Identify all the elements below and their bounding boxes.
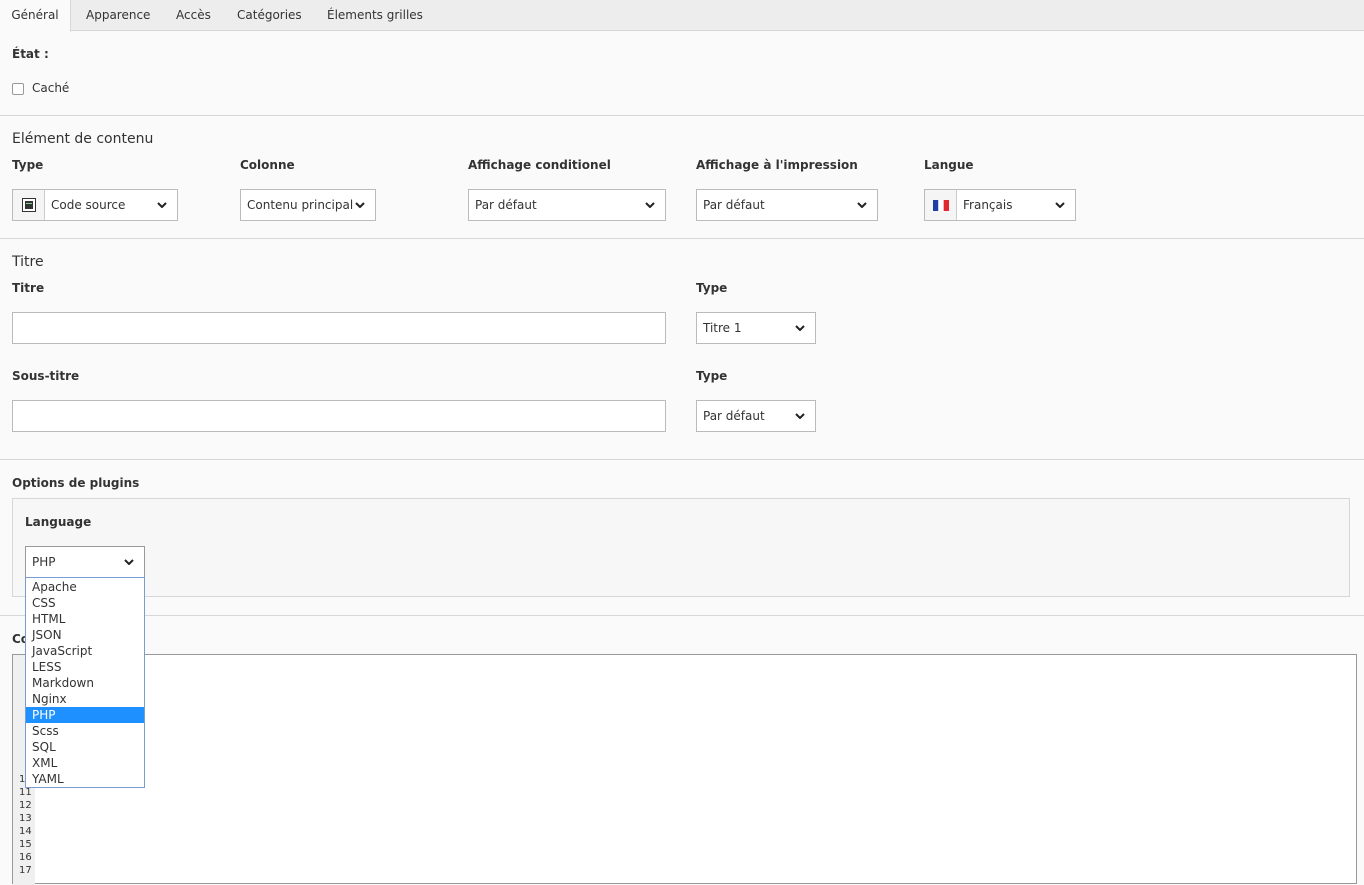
dropdown-option-apache[interactable]: Apache: [26, 579, 144, 595]
line-number: 12: [19, 800, 32, 811]
chevron-down-icon: [122, 559, 136, 565]
column-select-value: Contenu principal: [247, 198, 353, 212]
chevron-down-icon: [643, 202, 657, 208]
plugin-language-select-value: PHP: [32, 555, 56, 569]
content-element-heading: Elément de contenu: [12, 131, 154, 147]
dropdown-option-sql[interactable]: SQL: [26, 739, 144, 755]
chevron-down-icon: [793, 325, 807, 331]
conditional-label: Affichage conditionel: [468, 158, 611, 172]
dropdown-option-xml[interactable]: XML: [26, 755, 144, 771]
tab-categories[interactable]: Catégories: [237, 0, 302, 31]
dropdown-option-json[interactable]: JSON: [26, 627, 144, 643]
hidden-label: Caché: [32, 81, 70, 95]
dropdown-option-html[interactable]: HTML: [26, 611, 144, 627]
etat-label: État :: [12, 47, 49, 61]
chevron-down-icon: [155, 202, 169, 208]
column-label: Colonne: [240, 158, 295, 172]
divider: [0, 459, 1364, 460]
divider: [0, 238, 1364, 239]
type-label: Type: [12, 158, 44, 172]
plugin-language-label: Language: [25, 515, 92, 529]
print-select[interactable]: Par défaut: [696, 189, 878, 221]
chevron-down-icon: [1053, 202, 1067, 208]
tab-apparence[interactable]: Apparence: [86, 0, 150, 31]
subtitle-label: Sous-titre: [12, 369, 80, 383]
dropdown-option-php[interactable]: PHP: [26, 707, 144, 723]
dropdown-option-markdown[interactable]: Markdown: [26, 675, 144, 691]
conditional-select-value: Par défaut: [475, 198, 537, 212]
tab-acces[interactable]: Accès: [176, 0, 211, 31]
french-flag-icon: [925, 190, 957, 220]
divider: [0, 115, 1364, 116]
dropdown-option-nginx[interactable]: Nginx: [26, 691, 144, 707]
line-number: 15: [19, 839, 32, 850]
tab-elements-grilles[interactable]: Élements grilles: [327, 0, 423, 31]
chevron-down-icon: [793, 413, 807, 419]
print-label: Affichage à l'impression: [696, 158, 858, 172]
dropdown-option-less[interactable]: LESS: [26, 659, 144, 675]
tab-bar: Général Apparence Accès Catégories Éleme…: [0, 0, 1364, 32]
line-number: 16: [19, 852, 32, 863]
titre-type-label: Type: [696, 281, 728, 295]
type-select-value: Code source: [51, 198, 126, 212]
subtitle-type-select-value: Par défaut: [703, 409, 765, 423]
language-select[interactable]: Français: [924, 189, 1076, 221]
plugin-options-heading: Options de plugins: [12, 476, 140, 490]
type-select[interactable]: Code source: [12, 189, 178, 221]
column-select[interactable]: Contenu principal: [240, 189, 376, 221]
chevron-down-icon: [353, 202, 367, 208]
titre-heading: Titre: [12, 254, 44, 270]
subtitle-input[interactable]: [12, 400, 666, 432]
dropdown-option-scss[interactable]: Scss: [26, 723, 144, 739]
line-number: 17: [19, 865, 32, 876]
titre-label: Titre: [12, 281, 45, 295]
titre-type-select[interactable]: Titre 1: [696, 312, 816, 344]
dropdown-option-javascript[interactable]: JavaScript: [26, 643, 144, 659]
language-dropdown-list: Apache CSS HTML JSON JavaScript LESS Mar…: [25, 577, 145, 788]
code-editor[interactable]: [12, 654, 1357, 884]
dropdown-option-yaml[interactable]: YAML: [26, 771, 144, 787]
plugin-options-box: [12, 498, 1350, 597]
chevron-down-icon: [855, 202, 869, 208]
conditional-select[interactable]: Par défaut: [468, 189, 666, 221]
dropdown-option-css[interactable]: CSS: [26, 595, 144, 611]
titre-type-select-value: Titre 1: [703, 321, 742, 335]
subtitle-type-select[interactable]: Par défaut: [696, 400, 816, 432]
line-number: 14: [19, 826, 32, 837]
code-source-icon: [13, 190, 45, 220]
subtitle-type-label: Type: [696, 369, 728, 383]
titre-input[interactable]: [12, 312, 666, 344]
print-select-value: Par défaut: [703, 198, 765, 212]
line-number: 13: [19, 813, 32, 824]
language-label: Langue: [924, 158, 974, 172]
hidden-checkbox[interactable]: [12, 83, 24, 95]
tab-general[interactable]: Général: [0, 0, 71, 32]
divider: [0, 615, 1364, 616]
plugin-language-select[interactable]: PHP: [25, 546, 145, 578]
language-select-value: Français: [963, 198, 1013, 212]
